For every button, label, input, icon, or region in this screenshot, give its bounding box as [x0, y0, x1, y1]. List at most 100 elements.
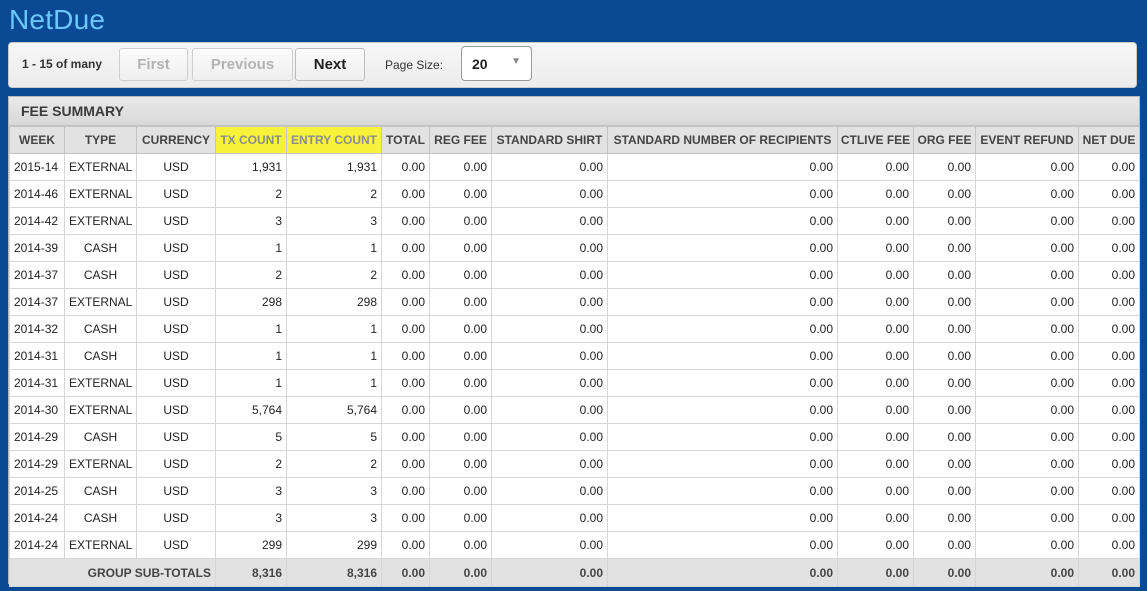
pager-toolbar: 1 - 15 of many First Previous Next Page … [8, 42, 1137, 88]
column-header-type[interactable]: TYPE [64, 126, 137, 154]
cell-type: CASH [64, 504, 137, 532]
cell-standard-shirt: 0.00 [491, 342, 608, 370]
cell-total: 0.00 [381, 234, 430, 262]
cell-standard-shirt: 0.00 [491, 477, 608, 505]
table-row: 2014-37 CASH USD 2 2 0.00 0.00 0.00 0.00 0.00 0.00… [9, 261, 1140, 289]
cell-entry-count: 299 [286, 531, 382, 559]
column-header-net-due[interactable]: NET DUE [1078, 126, 1140, 154]
cell-tx-count: 1 [215, 315, 287, 343]
column-header-total[interactable]: TOTAL [381, 126, 430, 154]
cell-standard-number-of-recipients: 0.00 [607, 234, 838, 262]
cell-ctlive-fee: 0.00 [837, 396, 914, 424]
cell-event-refund: 0.00 [975, 207, 1079, 235]
cell-org-fee: 0.00 [913, 315, 976, 343]
cell-week: 2014-42 [9, 207, 65, 235]
cell-org-fee: 0.00 [913, 477, 976, 505]
table-row: 2014-24 CASH USD 3 3 0.00 0.00 0.00 0.00 0.00 0.00… [9, 504, 1140, 532]
cell-reg-fee: 0.00 [429, 504, 492, 532]
cell-entry-count: 5 [286, 423, 382, 451]
cell-type: CASH [64, 342, 137, 370]
cell-ctlive-fee: 0.00 [837, 477, 914, 505]
column-header-entry-count[interactable]: ENTRY COUNT [286, 126, 382, 154]
cell-net-due: 0.00 [1078, 531, 1140, 559]
cell-ctlive-fee: 0.00 [837, 342, 914, 370]
column-header-ctlive-fee[interactable]: CTLIVE FEE [837, 126, 914, 154]
cell-standard-shirt: 0.00 [491, 234, 608, 262]
total-entry-count: 8,316 [286, 558, 382, 587]
cell-ctlive-fee: 0.00 [837, 261, 914, 289]
cell-type: EXTERNAL [64, 180, 137, 208]
cell-standard-number-of-recipients: 0.00 [607, 180, 838, 208]
column-header-standard-shirt[interactable]: STANDARD SHIRT [491, 126, 608, 154]
cell-standard-number-of-recipients: 0.00 [607, 504, 838, 532]
cell-net-due: 0.00 [1078, 261, 1140, 289]
column-header-standard-number-of-recipients[interactable]: STANDARD NUMBER OF RECIPIENTS [607, 126, 838, 154]
table-row: 2014-31 CASH USD 1 1 0.00 0.00 0.00 0.00 0.00 0.00… [9, 342, 1140, 370]
table-row: 2014-39 CASH USD 1 1 0.00 0.00 0.00 0.00 0.00 0.00… [9, 234, 1140, 262]
cell-entry-count: 5,764 [286, 396, 382, 424]
cell-entry-count: 2 [286, 261, 382, 289]
cell-event-refund: 0.00 [975, 423, 1079, 451]
cell-standard-shirt: 0.00 [491, 531, 608, 559]
first-page-button[interactable]: First [119, 48, 188, 81]
column-header-week[interactable]: WEEK [9, 126, 65, 154]
cell-currency: USD [136, 342, 216, 370]
cell-reg-fee: 0.00 [429, 180, 492, 208]
cell-entry-count: 1 [286, 315, 382, 343]
column-header-tx-count[interactable]: TX COUNT [215, 126, 287, 154]
total-net-due: 0.00 [1078, 558, 1140, 587]
cell-type: CASH [64, 477, 137, 505]
cell-week: 2014-39 [9, 234, 65, 262]
panel-title: FEE SUMMARY [9, 97, 1139, 126]
column-header-event-refund[interactable]: EVENT REFUND [975, 126, 1079, 154]
column-header-currency[interactable]: CURRENCY [136, 126, 216, 154]
page-size-select[interactable]: 20 ▼ [461, 46, 532, 81]
cell-currency: USD [136, 315, 216, 343]
cell-standard-shirt: 0.00 [491, 180, 608, 208]
totals-label: GROUP SUB-TOTALS [9, 558, 216, 587]
cell-event-refund: 0.00 [975, 234, 1079, 262]
cell-tx-count: 3 [215, 207, 287, 235]
column-header-org-fee[interactable]: ORG FEE [913, 126, 976, 154]
table-row: 2014-37 EXTERNAL USD 298 298 0.00 0.00 0.00 0.00… [9, 288, 1140, 316]
chevron-down-icon: ▼ [511, 56, 521, 67]
fee-summary-table: WEEK TYPE CURRENCY TX COUNT ENTRY COUNT TOTAL… [9, 126, 1140, 587]
cell-week: 2014-31 [9, 342, 65, 370]
cell-currency: USD [136, 369, 216, 397]
table-row: 2014-31 EXTERNAL USD 1 1 0.00 0.00 0.00 0.00 0.00… [9, 369, 1140, 397]
previous-page-button[interactable]: Previous [192, 48, 293, 81]
cell-ctlive-fee: 0.00 [837, 369, 914, 397]
cell-net-due: 0.00 [1078, 477, 1140, 505]
cell-net-due: 0.00 [1078, 450, 1140, 478]
cell-reg-fee: 0.00 [429, 423, 492, 451]
next-page-button[interactable]: Next [295, 48, 365, 81]
cell-currency: USD [136, 234, 216, 262]
cell-tx-count: 299 [215, 531, 287, 559]
cell-net-due: 0.00 [1078, 342, 1140, 370]
total-total: 0.00 [381, 558, 430, 587]
cell-tx-count: 2 [215, 450, 287, 478]
cell-org-fee: 0.00 [913, 450, 976, 478]
cell-tx-count: 5 [215, 423, 287, 451]
cell-standard-number-of-recipients: 0.00 [607, 342, 838, 370]
cell-org-fee: 0.00 [913, 369, 976, 397]
cell-entry-count: 1,931 [286, 153, 382, 181]
cell-event-refund: 0.00 [975, 153, 1079, 181]
cell-week: 2014-29 [9, 423, 65, 451]
fee-summary-panel: FEE SUMMARY WEEK TYPE CURRENCY TX COUNT ENTR… [8, 96, 1140, 587]
table-row: 2014-29 EXTERNAL USD 2 2 0.00 0.00 0.00 0.00 0.00… [9, 450, 1140, 478]
cell-standard-shirt: 0.00 [491, 261, 608, 289]
app-title: NetDue [9, 4, 106, 35]
cell-entry-count: 1 [286, 342, 382, 370]
cell-net-due: 0.00 [1078, 288, 1140, 316]
total-event-refund: 0.00 [975, 558, 1079, 587]
cell-entry-count: 3 [286, 207, 382, 235]
cell-ctlive-fee: 0.00 [837, 531, 914, 559]
cell-tx-count: 3 [215, 504, 287, 532]
cell-week: 2014-31 [9, 369, 65, 397]
column-header-reg-fee[interactable]: REG FEE [429, 126, 492, 154]
table-row: 2015-14 EXTERNAL USD 1,931 1,931 0.00 0.00 0.00… [9, 153, 1140, 181]
cell-currency: USD [136, 207, 216, 235]
cell-entry-count: 3 [286, 477, 382, 505]
table-row: 2014-24 EXTERNAL USD 299 299 0.00 0.00 0.00 0.00… [9, 531, 1140, 559]
